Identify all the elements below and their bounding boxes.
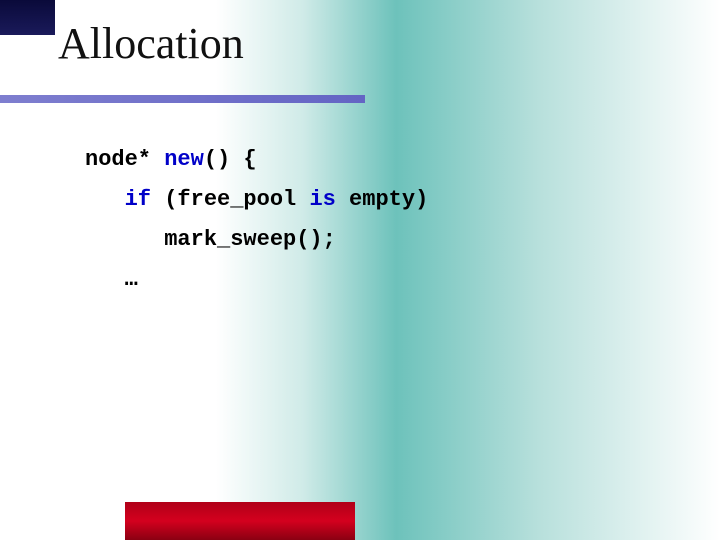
code-text: node* [85, 147, 164, 172]
code-text: empty) [336, 187, 428, 212]
code-line-2: if (free_pool is empty) [85, 180, 428, 220]
code-line-1: node* new() { [85, 140, 428, 180]
keyword-new: new [164, 147, 204, 172]
slide-title: Allocation [58, 18, 244, 69]
keyword-is: is [309, 187, 335, 212]
corner-accent [0, 0, 55, 35]
code-line-4: … [85, 260, 428, 300]
code-text: () { [204, 147, 257, 172]
keyword-if: if [125, 187, 151, 212]
code-text: (free_pool [151, 187, 309, 212]
code-block: node* new() { if (free_pool is empty) ma… [85, 140, 428, 300]
title-underline [0, 95, 365, 103]
code-text [85, 187, 125, 212]
bottom-accent-bar [125, 502, 355, 540]
code-line-3: mark_sweep(); [85, 220, 428, 260]
